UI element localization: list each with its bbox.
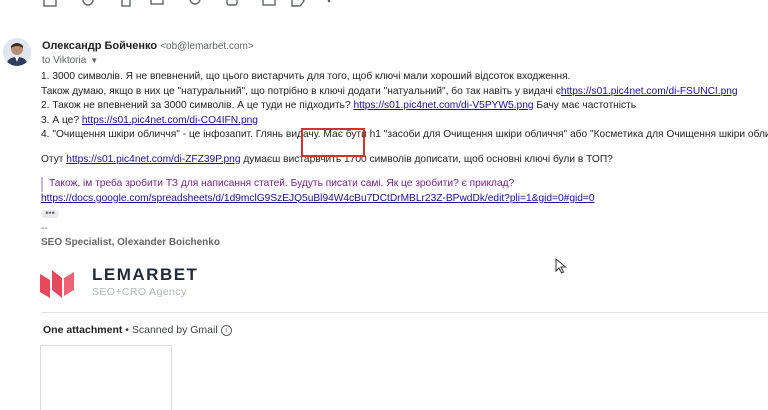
sender-name[interactable]: Олександр Бойченко: [42, 40, 157, 52]
label-icon[interactable]: [291, 0, 305, 8]
body-line: 2. Також не впевнений за 3000 символів. …: [41, 99, 761, 114]
sender-email: <ob@lemarbet.com>: [160, 41, 254, 52]
image-link[interactable]: https://s01.pic4net.com/di-FSUNCI.png: [561, 86, 738, 97]
mark-unread-icon[interactable]: [150, 0, 164, 8]
show-trimmed-content-button[interactable]: •••: [41, 209, 59, 218]
report-spam-icon[interactable]: [81, 0, 95, 8]
body-line: 3. А це? https://s01.pic4net.com/di-CO4I…: [41, 114, 761, 129]
signature-title: SEO Specialist, Olexander Boichenko: [41, 237, 220, 248]
divider: [41, 312, 768, 313]
company-logo: LEMARBET SEO+CRO Agency: [40, 265, 210, 301]
body-text: Також думаю, якщо в них це "натуральний"…: [41, 85, 561, 97]
body-text: Бачу має частотність: [533, 100, 637, 111]
recipients-line[interactable]: to Viktoria ▼: [42, 55, 98, 66]
sender-line: Олександр Бойченко <ob@lemarbet.com>: [42, 40, 254, 52]
message-toolbar: [0, 0, 768, 10]
attachments-count: One attachment: [43, 324, 123, 336]
scanned-by-gmail: Scanned by Gmail: [131, 324, 218, 336]
snooze-icon[interactable]: [188, 0, 202, 8]
message-body: 1. 3000 символів. Я не впевнений, що цьо…: [41, 70, 768, 251]
logo-brand: LEMARBET: [92, 265, 199, 284]
body-line: 1. 3000 символів. Я не впевнений, що цьо…: [41, 71, 571, 82]
sender-avatar[interactable]: [3, 38, 31, 66]
add-to-tasks-icon[interactable]: [225, 0, 239, 8]
lemarbet-logo-mark-icon: [40, 270, 74, 298]
body-line: https://docs.google.com/spreadsheets/d/1…: [41, 192, 761, 207]
body-line: Отут https://s01.pic4net.com/di-ZFZ39P.p…: [41, 153, 761, 168]
separator-dot: •: [122, 324, 132, 336]
attachment-thumbnail[interactable]: [40, 345, 172, 410]
attachments-header: One attachment • Scanned by Gmail i: [43, 324, 232, 336]
move-to-icon[interactable]: [262, 0, 276, 8]
body-text: думаєш вистарвчить 1700 символів дописат…: [240, 153, 613, 165]
highlight-box: [301, 128, 365, 157]
chevron-down-icon[interactable]: ▼: [90, 56, 98, 65]
info-icon[interactable]: i: [220, 324, 232, 336]
image-link[interactable]: https://s01.pic4net.com/di-ZFZ39P.png: [66, 154, 240, 165]
body-line: 4. "Очищення шкіри обличчя" - це інфозап…: [41, 129, 768, 140]
spreadsheet-link[interactable]: https://docs.google.com/spreadsheets/d/1…: [41, 193, 595, 204]
logo-tagline: SEO+CRO Agency: [92, 286, 187, 298]
body-line: Також думаю, якщо в них це "натуральний"…: [41, 85, 761, 100]
quoted-text: Також, ім треба зробити ТЗ для написання…: [41, 177, 761, 192]
archive-icon[interactable]: [43, 0, 57, 8]
body-text: 3. А це?: [41, 114, 82, 126]
more-icon[interactable]: [322, 0, 336, 8]
image-link[interactable]: https://s01.pic4net.com/di-CO4IFN.png: [82, 115, 258, 126]
body-text: 2. Також не впевнений за 3000 символів. …: [41, 100, 354, 111]
body-text: Отут: [41, 153, 67, 165]
avatar-photo: [3, 38, 31, 66]
delete-icon[interactable]: [119, 0, 133, 8]
mouse-pointer-icon: [555, 258, 567, 274]
image-link[interactable]: https://s01.pic4net.com/di-V5PYW5.png: [353, 100, 533, 111]
recipients-label: to Viktoria: [42, 55, 87, 66]
signature-separator: --: [41, 222, 48, 234]
